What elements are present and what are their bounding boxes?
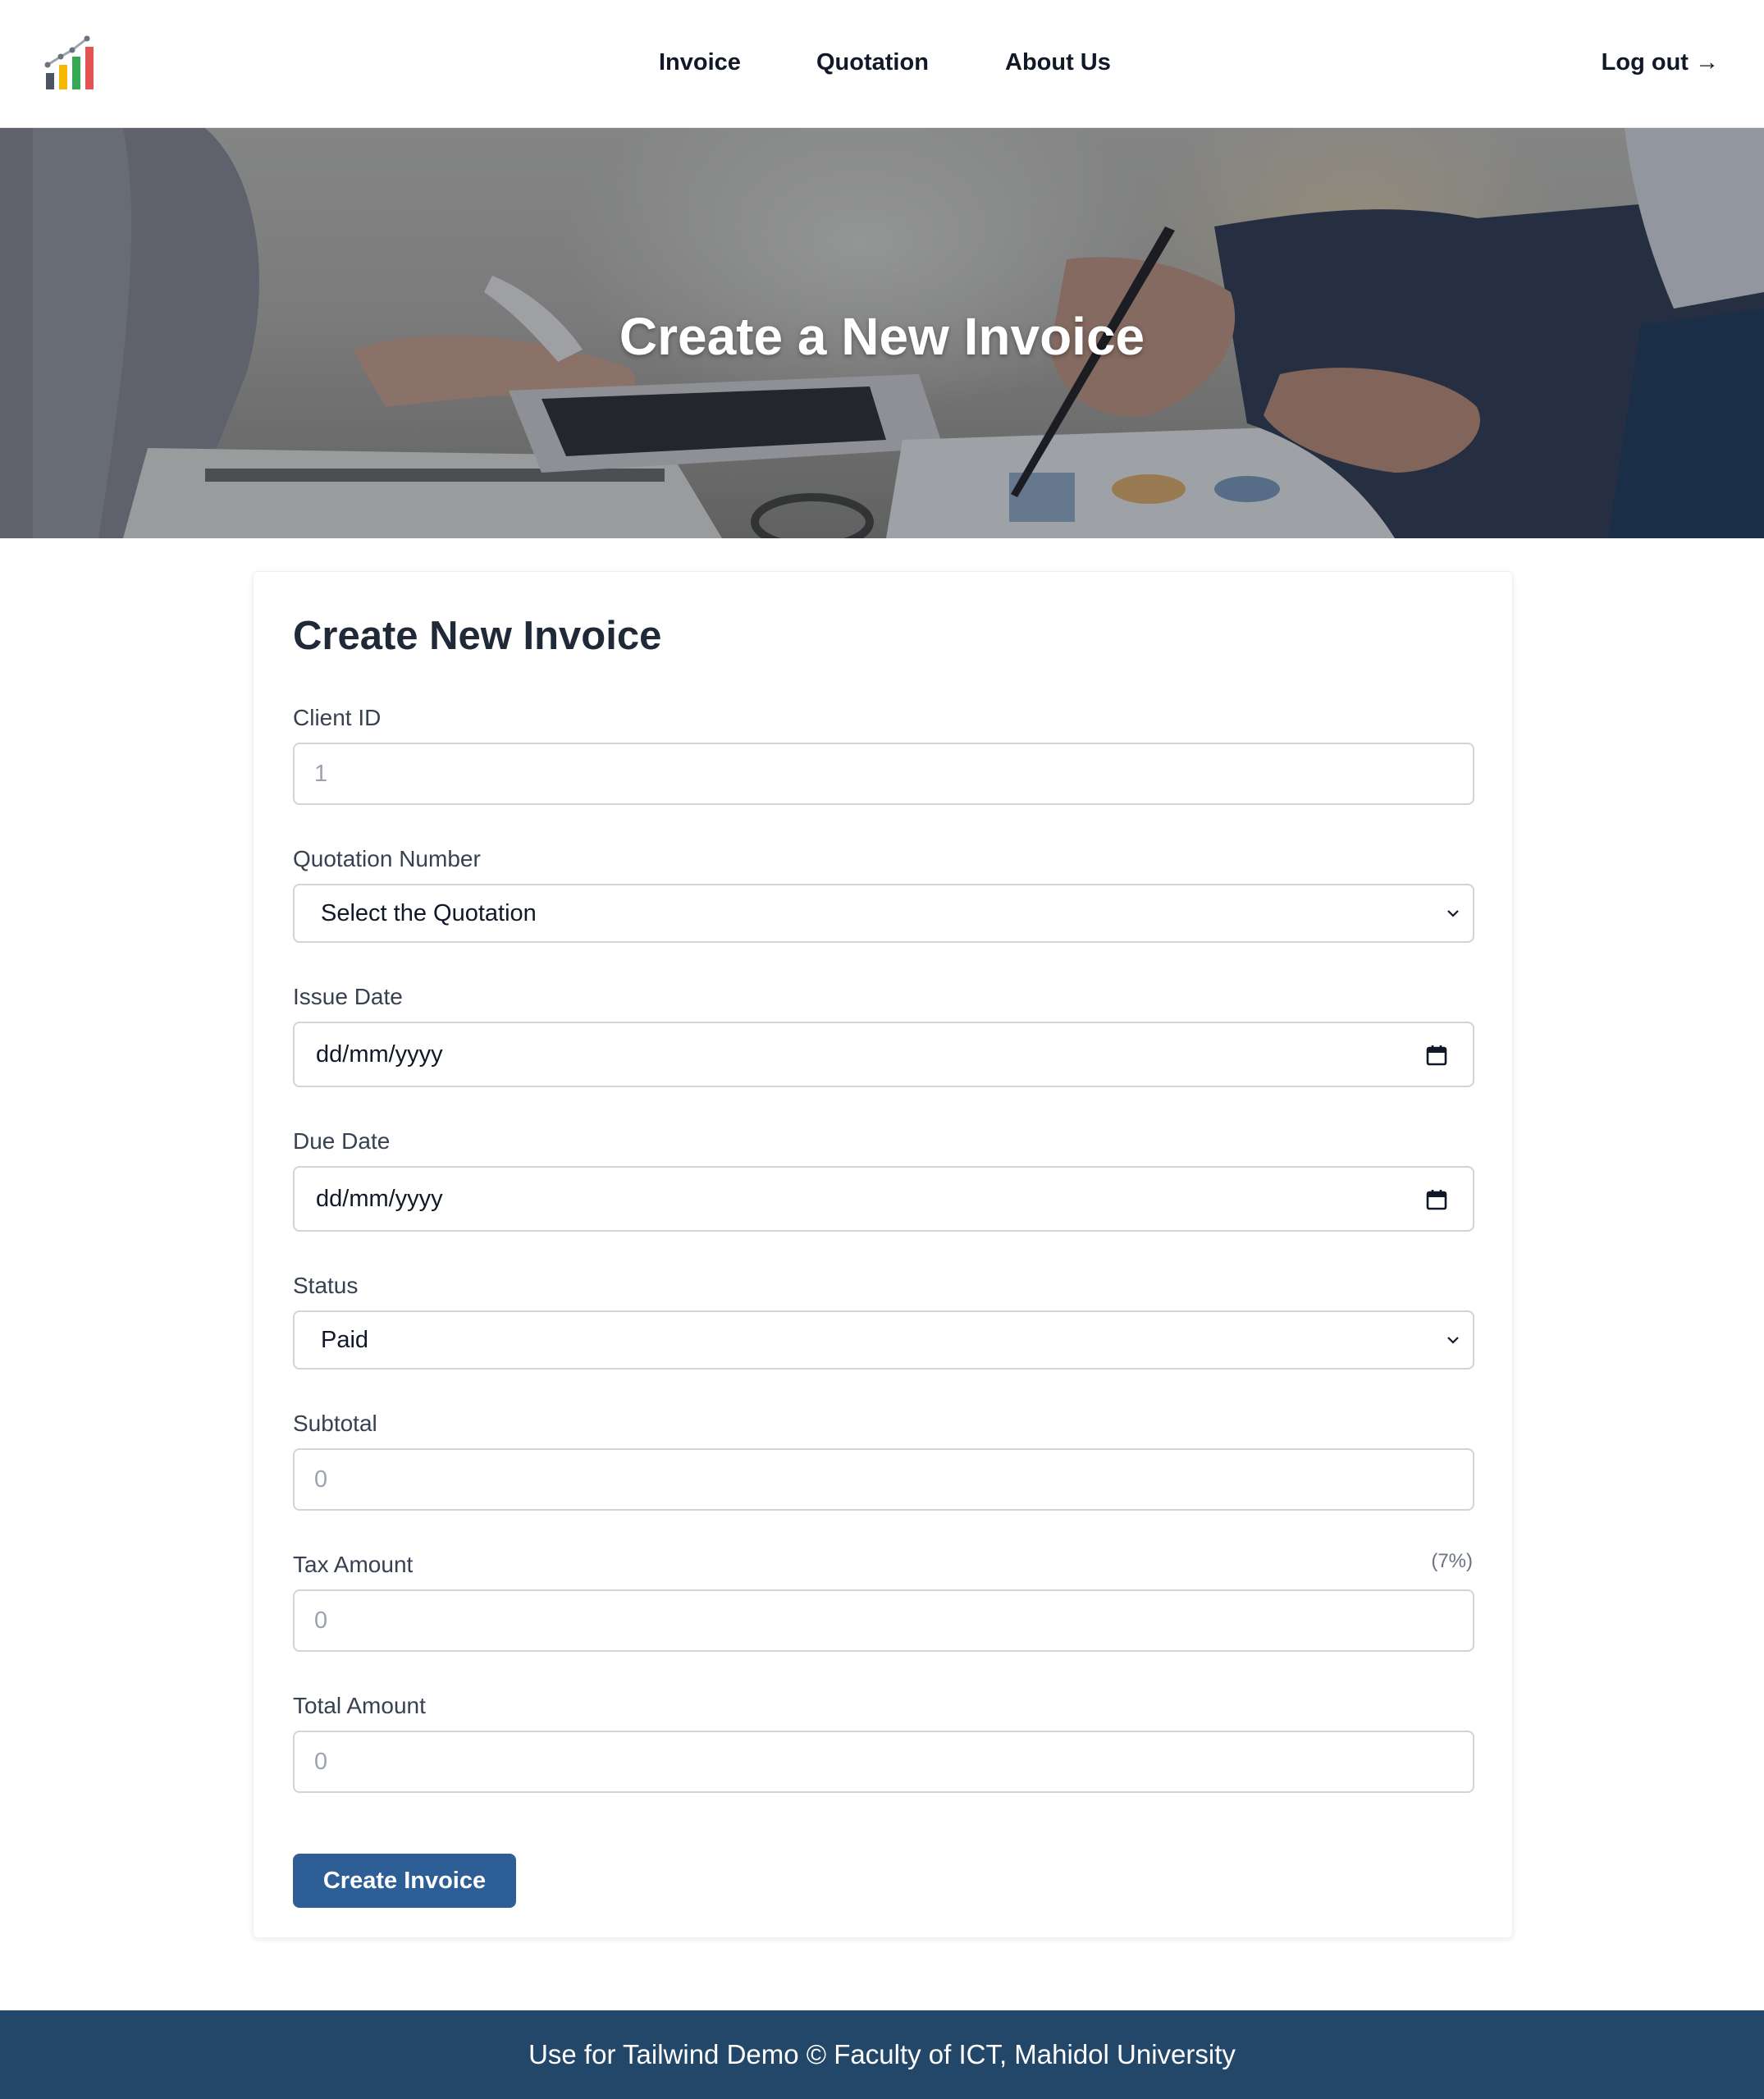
due-date-label: Due Date: [293, 1128, 391, 1154]
hero-banner: Create a New Invoice: [0, 128, 1764, 538]
top-navbar: Invoice Quotation About Us Log out →: [0, 0, 1764, 128]
status-label: Status: [293, 1273, 359, 1298]
tax-amount-label: Tax Amount: [293, 1552, 414, 1577]
issue-date-input[interactable]: dd/mm/yyyy: [293, 1022, 1474, 1087]
footer-text: Use for Tailwind Demo © Faculty of ICT, …: [528, 2039, 1236, 2069]
calendar-icon[interactable]: [1425, 1188, 1448, 1211]
tax-amount-input[interactable]: [293, 1589, 1474, 1652]
create-invoice-form-card: Create New Invoice Client ID Quotation N…: [253, 571, 1513, 1938]
quotation-number-label: Quotation Number: [293, 846, 481, 871]
create-invoice-button[interactable]: Create Invoice: [293, 1854, 516, 1908]
nav-link-quotation[interactable]: Quotation: [816, 46, 929, 79]
issue-date-label: Issue Date: [293, 984, 403, 1009]
tax-rate-hint: (7%): [1431, 1550, 1473, 1572]
due-date-input[interactable]: dd/mm/yyyy: [293, 1166, 1474, 1232]
client-id-label: Client ID: [293, 705, 382, 730]
chevron-down-icon: [1447, 910, 1459, 917]
main-nav: Invoice Quotation About Us: [0, 46, 1764, 79]
client-id-input[interactable]: [293, 743, 1474, 805]
chevron-down-icon: [1447, 1337, 1459, 1344]
logout-link[interactable]: Log out →: [1602, 46, 1719, 79]
status-selected: Paid: [321, 1327, 369, 1353]
calendar-icon[interactable]: [1425, 1044, 1448, 1067]
subtotal-label: Subtotal: [293, 1411, 377, 1436]
subtotal-input[interactable]: [293, 1448, 1474, 1511]
hero-title: Create a New Invoice: [619, 307, 1145, 366]
quotation-number-selected: Select the Quotation: [321, 900, 537, 926]
nav-link-invoice[interactable]: Invoice: [659, 46, 741, 79]
footer: Use for Tailwind Demo © Faculty of ICT, …: [0, 2010, 1764, 2099]
form-title: Create New Invoice: [293, 614, 662, 658]
nav-link-about-us[interactable]: About Us: [1005, 46, 1111, 79]
total-amount-input[interactable]: [293, 1731, 1474, 1793]
quotation-number-select[interactable]: Select the Quotation: [293, 884, 1474, 943]
due-date-value: dd/mm/yyyy: [316, 1186, 443, 1212]
status-select[interactable]: Paid: [293, 1310, 1474, 1370]
issue-date-value: dd/mm/yyyy: [316, 1041, 443, 1068]
total-amount-label: Total Amount: [293, 1693, 426, 1718]
